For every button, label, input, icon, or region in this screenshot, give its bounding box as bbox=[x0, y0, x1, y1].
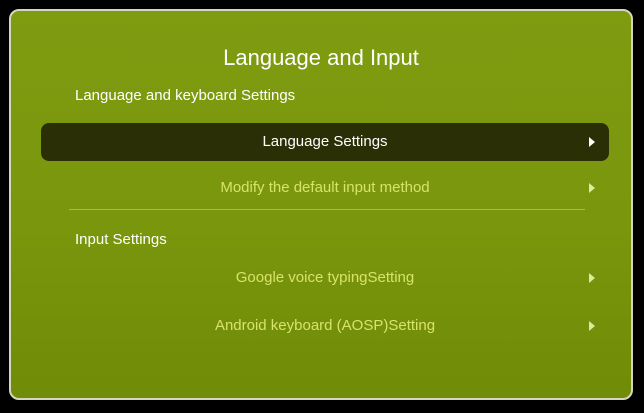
chevron-right-icon bbox=[589, 321, 595, 331]
menu-item-label: Android keyboard (AOSP)Setting bbox=[214, 317, 436, 334]
section-divider bbox=[69, 209, 585, 210]
menu-item-default-input-method[interactable]: Modify the default input method bbox=[41, 169, 609, 207]
section-header-language-keyboard: Language and keyboard Settings bbox=[75, 87, 296, 104]
menu-item-android-keyboard[interactable]: Android keyboard (AOSP)Setting bbox=[41, 307, 609, 345]
menu-item-language-settings[interactable]: Language Settings bbox=[41, 123, 609, 161]
menu-item-label: Modify the default input method bbox=[220, 179, 430, 196]
chevron-right-icon bbox=[589, 137, 595, 147]
menu-item-google-voice-typing[interactable]: Google voice typingSetting bbox=[41, 259, 609, 297]
section-header-input-settings: Input Settings bbox=[75, 231, 167, 248]
menu-item-label: Language Settings bbox=[262, 133, 388, 150]
settings-panel: Language and Input Language and keyboard… bbox=[9, 9, 633, 400]
chevron-right-icon bbox=[589, 183, 595, 193]
menu-item-label: Google voice typingSetting bbox=[235, 269, 415, 286]
chevron-right-icon bbox=[589, 273, 595, 283]
page-title: Language and Input bbox=[223, 45, 419, 70]
